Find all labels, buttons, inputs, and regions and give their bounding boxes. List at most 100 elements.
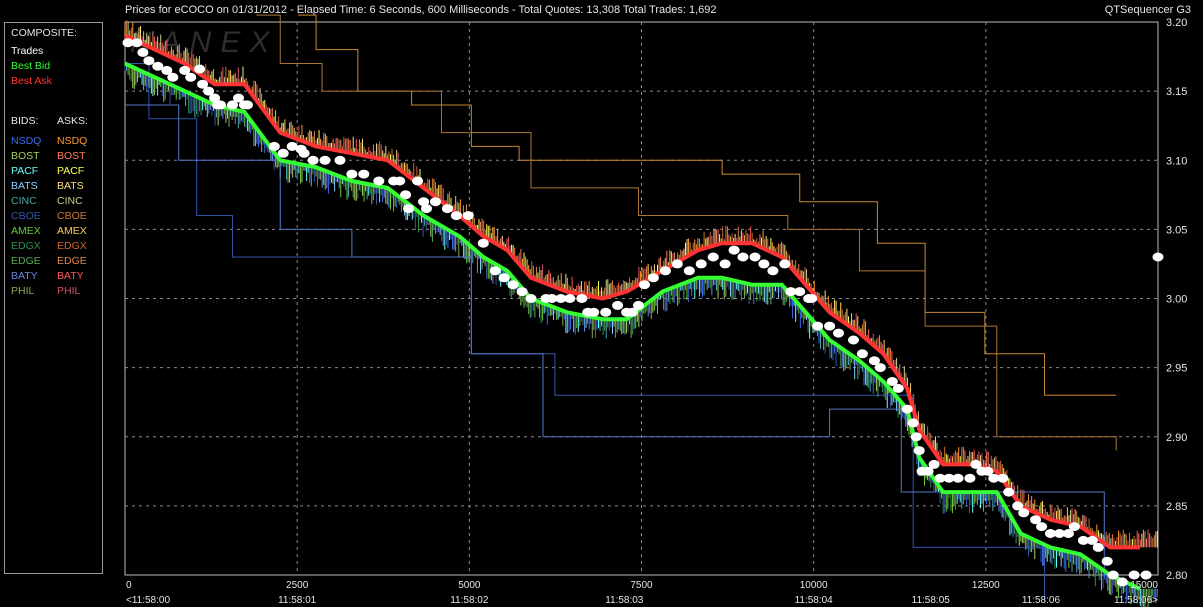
time-label: <11:58:00	[126, 595, 170, 606]
trade-point	[268, 141, 280, 151]
trade-point	[612, 300, 624, 310]
trade-point	[1101, 556, 1113, 566]
trade-point	[794, 287, 806, 297]
x-tick-label: 0	[126, 580, 132, 591]
trade-point	[913, 446, 925, 456]
trade-point	[489, 266, 501, 276]
trade-point	[647, 273, 659, 283]
trade-point	[421, 204, 432, 214]
trade-point	[525, 294, 537, 303]
trade-point	[137, 47, 149, 57]
trade-point	[167, 72, 179, 82]
x-tick-label: 2500	[286, 580, 309, 591]
trade-point	[779, 259, 791, 269]
trade-point	[588, 307, 600, 317]
trade-point	[695, 259, 707, 269]
trade-point	[833, 328, 844, 338]
trade-point	[659, 266, 671, 276]
trade-point	[892, 383, 904, 393]
y-tick-label: 3.00	[1166, 294, 1187, 306]
trade-point	[194, 64, 206, 74]
trade-point	[403, 204, 415, 214]
trade-point	[400, 190, 412, 200]
trade-point	[516, 287, 528, 297]
trade-point	[430, 197, 441, 207]
x-tick-label: 5000	[458, 580, 481, 591]
trade-point	[1003, 487, 1015, 497]
trade-point	[1116, 577, 1128, 587]
trade-point	[277, 148, 289, 158]
x-tick-label: 12500	[972, 580, 1000, 591]
trade-point	[707, 252, 719, 262]
trade-point	[241, 100, 253, 110]
trade-point	[185, 72, 197, 82]
y-tick-label: 2.80	[1166, 570, 1187, 582]
time-label: 11:58:02	[450, 595, 489, 606]
trade-point	[997, 473, 1009, 483]
y-tick-label: 2.95	[1166, 363, 1187, 375]
trade-point	[498, 273, 510, 283]
y-tick-label: 3.20	[1166, 17, 1187, 29]
trade-point	[907, 418, 919, 428]
trade-point	[1152, 252, 1164, 262]
trade-point	[143, 56, 155, 66]
trade-point	[848, 335, 859, 345]
trade-point	[319, 155, 331, 165]
trade-point	[1036, 522, 1048, 532]
time-label: 11:58:04	[795, 595, 834, 606]
trade-point	[874, 363, 886, 373]
trade-point	[824, 321, 836, 331]
trade-point	[812, 321, 824, 331]
trade-point	[806, 294, 818, 303]
trade-point	[298, 148, 310, 158]
trade-point	[441, 204, 453, 214]
trade-point	[952, 473, 964, 483]
trade-point	[928, 459, 940, 469]
trade-point	[683, 266, 695, 276]
x-tick-label: 10000	[800, 580, 828, 591]
trade-point	[639, 280, 650, 290]
trade-point	[1092, 542, 1104, 552]
trade-point	[1140, 570, 1152, 580]
trade-point	[462, 211, 474, 221]
trade-point	[671, 259, 683, 269]
trade-point	[334, 155, 346, 165]
trade-point	[758, 259, 770, 269]
trade-point	[856, 349, 868, 359]
y-tick-label: 2.85	[1166, 501, 1187, 513]
trade-point	[737, 252, 749, 262]
y-tick-label: 3.15	[1166, 86, 1187, 98]
time-label: 11:58:03	[605, 595, 644, 606]
trade-point	[1068, 522, 1080, 532]
trade-point	[901, 404, 913, 414]
trade-point	[1018, 508, 1030, 518]
trade-point	[358, 169, 370, 179]
trade-point	[728, 245, 740, 255]
x-tick-label: 15000	[1130, 580, 1158, 591]
trade-point	[394, 176, 406, 186]
trade-point	[576, 294, 588, 303]
trade-point	[346, 169, 358, 179]
trade-point	[307, 155, 319, 165]
trade-point	[1128, 570, 1140, 580]
price-chart: NANEX 2.80 2.85 2.90 2.95 3.00 3.05 3.10 3.15 3.…	[122, 14, 1187, 607]
trade-point	[1107, 570, 1119, 580]
y-tick-label: 3.05	[1166, 224, 1187, 236]
time-label: 11:58:06>	[1114, 595, 1158, 606]
trade-point	[215, 100, 226, 110]
y-tick-label: 2.90	[1166, 432, 1187, 444]
time-label: 11:58:01	[278, 595, 317, 606]
watermark-text: NANEX	[130, 26, 278, 59]
trade-point	[131, 38, 143, 48]
trade-point	[564, 294, 576, 303]
time-label: 11:58:06	[1022, 595, 1061, 606]
trade-point	[719, 259, 731, 269]
trade-point	[600, 307, 612, 317]
trade-point	[412, 176, 424, 186]
trade-point	[450, 211, 462, 221]
trade-point	[767, 266, 779, 276]
trade-point	[477, 238, 489, 248]
trade-point	[910, 432, 922, 442]
trade-point	[749, 252, 761, 262]
trade-point	[373, 176, 385, 186]
